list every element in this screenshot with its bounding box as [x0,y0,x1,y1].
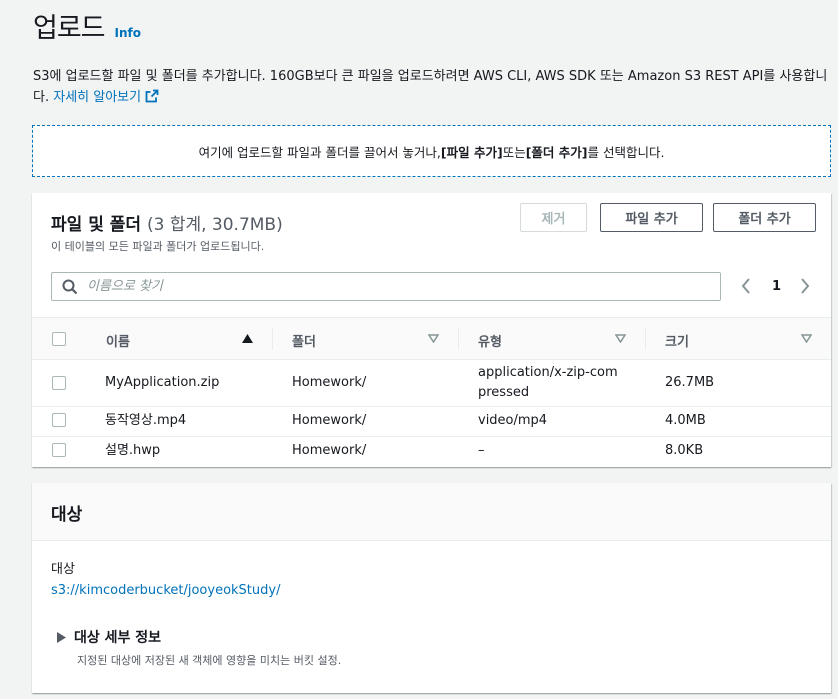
next-page-icon[interactable] [799,277,811,295]
info-link[interactable]: Info [115,26,141,40]
row-folder: Homework/ [292,443,367,458]
row-type: video/mp4 [478,413,548,428]
row-type: application/x-zip-compressed [478,365,618,400]
table-row[interactable]: 동작영상.mp4 Homework/ video/mp4 4.0MB [32,407,831,437]
files-title: 파일 및 폴더 [51,215,142,235]
files-panel: 파일 및 폴더 (3 합계, 30.7MB) 이 테이블의 모든 파일과 폴더가… [32,193,831,467]
row-folder: Homework/ [292,413,367,428]
dropzone-add-folder: [폴더 추가] [525,144,588,160]
column-name[interactable]: 이름 [106,331,130,350]
destination-header: 대상 [32,483,831,541]
row-checkbox[interactable] [52,376,66,390]
upload-dropzone[interactable]: 여기에 업로드할 파일과 폴더를 끌어서 놓거나, [파일 추가] 또는 [폴더… [32,125,831,177]
table-header: 이름 폴더 유형 크기 [32,317,831,360]
add-folder-button[interactable]: 폴더 추가 [713,203,816,232]
dropzone-middle: 또는 [502,144,526,160]
sort-icon[interactable] [615,334,626,343]
table-row[interactable]: MyApplication.zip Homework/ application/… [32,360,831,407]
row-checkbox[interactable] [52,443,66,457]
destination-title: 대상 [51,505,83,525]
page-header: 업로드 Info [33,6,141,45]
remove-button[interactable]: 제거 [520,203,587,232]
search-input[interactable] [87,276,707,297]
search-icon [62,279,78,295]
page-number[interactable]: 1 [772,279,781,294]
row-folder: Homework/ [292,375,367,390]
column-divider [645,328,646,350]
learn-more-link[interactable]: 자세히 알아보기 [53,89,159,105]
page-title: 업로드 [33,13,106,44]
prev-page-icon[interactable] [740,277,752,295]
learn-more-label: 자세히 알아보기 [53,90,142,105]
files-panel-title: 파일 및 폴더 (3 합계, 30.7MB) [51,210,283,235]
destination-details-toggle[interactable]: 대상 세부 정보 [57,627,161,647]
row-type: – [478,443,485,458]
column-folder[interactable]: 폴더 [292,331,316,350]
caret-right-icon [57,631,66,643]
column-type[interactable]: 유형 [478,331,502,350]
row-name: 동작영상.mp4 [105,413,187,428]
files-count: (3 합계, 30.7MB) [146,215,283,235]
search-box[interactable] [51,272,721,301]
sort-icon[interactable] [801,334,812,343]
sort-ascending-icon[interactable] [242,334,253,343]
row-size: 8.0KB [665,443,704,458]
destination-link[interactable]: s3://kimcoderbucket/jooyeokStudy/ [51,583,280,598]
row-name: 설명.hwp [105,443,161,458]
destination-details-label: 대상 세부 정보 [74,630,162,646]
destination-panel: 대상 대상 s3://kimcoderbucket/jooyeokStudy/ … [32,483,831,693]
table-row[interactable]: 설명.hwp Homework/ – 8.0KB [32,437,831,467]
external-link-icon [145,89,159,103]
page-description: S3에 업로드할 파일 및 폴더를 추가합니다. 160GB보다 큰 파일을 업… [33,66,833,108]
column-divider [458,328,459,350]
add-files-button[interactable]: 파일 추가 [600,203,703,232]
column-divider [272,328,273,350]
select-all-checkbox[interactable] [52,332,66,346]
row-name: MyApplication.zip [105,375,220,390]
column-size[interactable]: 크기 [665,331,689,350]
row-size: 26.7MB [665,375,715,390]
destination-label: 대상 [51,562,75,577]
files-subtitle: 이 테이블의 모든 파일과 폴더가 업로드됩니다. [51,240,265,253]
row-size: 4.0MB [665,413,706,428]
destination-details-description: 지정된 대상에 저장된 새 객체에 영향을 미치는 버킷 설정. [77,654,342,667]
sort-icon[interactable] [428,334,439,343]
dropzone-prefix: 여기에 업로드할 파일과 폴더를 끌어서 놓거나, [198,144,441,160]
dropzone-add-files: [파일 추가] [440,144,503,160]
dropzone-suffix: 를 선택합니다. [587,144,665,160]
row-checkbox[interactable] [52,413,66,427]
